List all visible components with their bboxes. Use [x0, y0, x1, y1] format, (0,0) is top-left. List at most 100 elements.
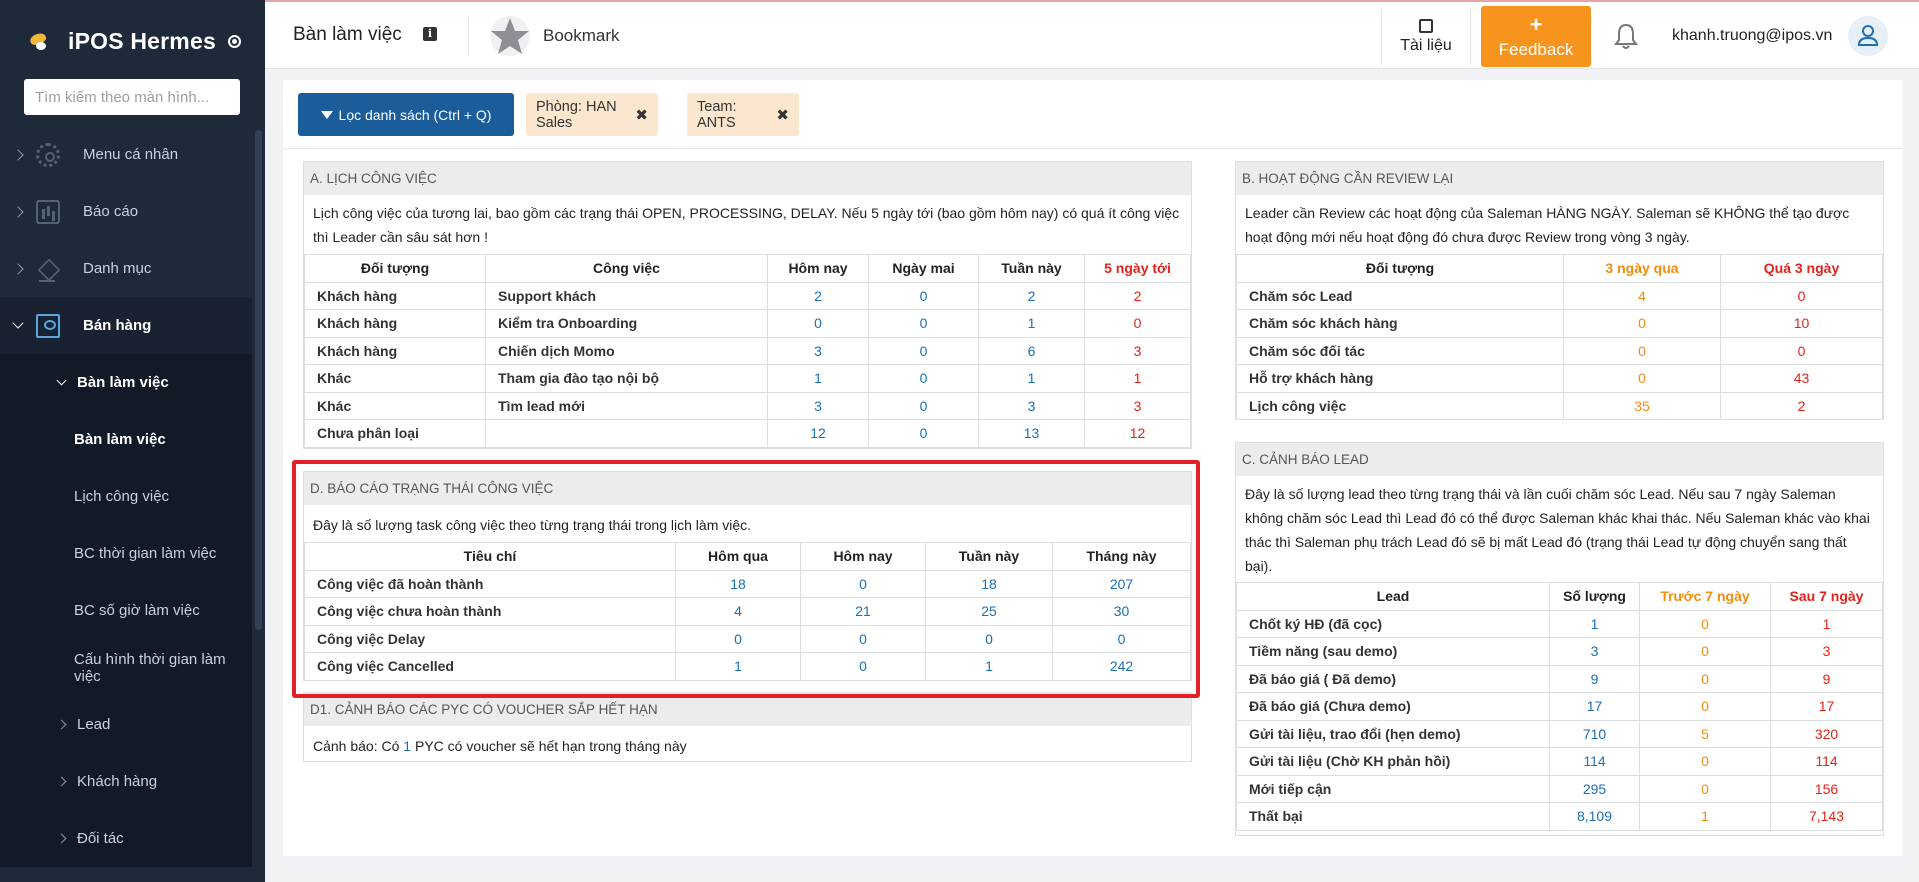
value-cell[interactable]: 0: [1639, 637, 1771, 666]
sidebar-subitem-bc-thoi-gian[interactable]: BC thời gian làm việc: [0, 525, 252, 582]
value-cell[interactable]: 12: [767, 419, 869, 448]
value-cell[interactable]: 17: [1770, 692, 1883, 721]
sidebar-subitem-doi-tac[interactable]: Đối tác: [0, 810, 252, 867]
value-cell[interactable]: 12: [1084, 419, 1191, 448]
value-cell[interactable]: 320: [1770, 719, 1883, 748]
value-cell[interactable]: 0: [767, 309, 869, 338]
value-cell[interactable]: 0: [1084, 309, 1191, 338]
sidebar-scrollbar[interactable]: [255, 130, 262, 630]
value-cell[interactable]: 17: [1549, 692, 1640, 721]
value-cell[interactable]: 4: [675, 597, 801, 626]
value-cell[interactable]: 9: [1549, 664, 1640, 693]
value-cell[interactable]: 3: [1770, 637, 1883, 666]
bookmark-link[interactable]: Bookmark: [543, 26, 620, 46]
value-cell[interactable]: 2: [978, 281, 1085, 310]
value-cell[interactable]: 0: [1052, 624, 1191, 653]
value-cell[interactable]: 114: [1770, 747, 1883, 776]
value-cell[interactable]: 2: [767, 281, 869, 310]
value-cell[interactable]: 0: [800, 652, 926, 681]
value-cell[interactable]: 3: [767, 336, 869, 365]
close-icon[interactable]: ✖: [635, 106, 648, 124]
value-cell[interactable]: 0: [800, 624, 926, 653]
sidebar-item-bao-cao[interactable]: Báo cáo: [0, 183, 252, 240]
value-cell[interactable]: 1: [1549, 609, 1640, 638]
sidebar-subitem-lead[interactable]: Lead: [0, 696, 252, 753]
value-cell[interactable]: 10: [1720, 309, 1883, 338]
value-cell[interactable]: 1: [675, 652, 801, 681]
value-cell[interactable]: 2: [1084, 281, 1191, 310]
voucher-count-link[interactable]: 1: [403, 738, 411, 754]
value-cell[interactable]: 1: [767, 364, 869, 393]
sidebar-item-danh-muc[interactable]: Danh mục: [0, 240, 252, 297]
value-cell[interactable]: 0: [868, 391, 979, 420]
close-icon[interactable]: ✖: [776, 106, 789, 124]
value-cell[interactable]: 0: [1639, 609, 1771, 638]
value-cell[interactable]: 6: [978, 336, 1085, 365]
value-cell[interactable]: 43: [1720, 364, 1883, 393]
value-cell[interactable]: 1: [1770, 609, 1883, 638]
star-icon[interactable]: [489, 15, 531, 57]
value-cell[interactable]: 8,109: [1549, 802, 1640, 831]
value-cell[interactable]: 1: [978, 309, 1085, 338]
value-cell[interactable]: 0: [868, 419, 979, 448]
value-cell[interactable]: 1: [1084, 364, 1191, 393]
value-cell[interactable]: 114: [1549, 747, 1640, 776]
value-cell[interactable]: 0: [925, 624, 1053, 653]
value-cell[interactable]: 1: [978, 364, 1085, 393]
sidebar-item-ban-hang[interactable]: Bán hàng: [0, 297, 252, 354]
value-cell[interactable]: 3: [1084, 391, 1191, 420]
value-cell[interactable]: 3: [978, 391, 1085, 420]
value-cell[interactable]: 21: [800, 597, 926, 626]
sidebar-search-input[interactable]: [24, 79, 240, 115]
sidebar-subitem-khach-hang[interactable]: Khách hàng: [0, 753, 252, 810]
value-cell[interactable]: 9: [1770, 664, 1883, 693]
value-cell[interactable]: 13: [978, 419, 1085, 448]
value-cell[interactable]: 5: [1639, 719, 1771, 748]
value-cell[interactable]: 7,143: [1770, 802, 1883, 831]
feedback-button[interactable]: + Feedback: [1481, 6, 1591, 67]
radio-dot-icon[interactable]: [227, 34, 241, 48]
sidebar-subitem-cau-hinh[interactable]: Cấu hình thời gian làm việc: [0, 639, 252, 696]
sidebar-item-menu-ca-nhan[interactable]: Menu cá nhân: [0, 126, 252, 183]
brand[interactable]: iPOS Hermes: [0, 0, 265, 82]
value-cell[interactable]: 3: [767, 391, 869, 420]
value-cell[interactable]: 156: [1770, 774, 1883, 803]
value-cell[interactable]: 0: [1639, 747, 1771, 776]
value-cell[interactable]: 0: [868, 309, 979, 338]
value-cell[interactable]: 242: [1052, 652, 1191, 681]
value-cell[interactable]: 0: [1720, 281, 1883, 310]
filter-list-button[interactable]: Lọc danh sách (Ctrl + Q): [298, 93, 514, 136]
bell-icon[interactable]: [1613, 22, 1639, 50]
value-cell[interactable]: 1: [925, 652, 1053, 681]
value-cell[interactable]: 0: [1639, 664, 1771, 693]
value-cell[interactable]: 25: [925, 597, 1053, 626]
value-cell[interactable]: 3: [1084, 336, 1191, 365]
value-cell[interactable]: 4: [1563, 281, 1721, 310]
value-cell[interactable]: 0: [1639, 692, 1771, 721]
value-cell[interactable]: 0: [868, 336, 979, 365]
value-cell[interactable]: 30: [1052, 597, 1191, 626]
value-cell[interactable]: 710: [1549, 719, 1640, 748]
value-cell[interactable]: 0: [1563, 336, 1721, 365]
docs-button[interactable]: Tài liệu: [1381, 7, 1471, 65]
value-cell[interactable]: 0: [800, 569, 926, 598]
value-cell[interactable]: 0: [868, 281, 979, 310]
value-cell[interactable]: 207: [1052, 569, 1191, 598]
value-cell[interactable]: 18: [675, 569, 801, 598]
value-cell[interactable]: 35: [1563, 391, 1721, 420]
value-cell[interactable]: 3: [1549, 637, 1640, 666]
value-cell[interactable]: 0: [1720, 336, 1883, 365]
sidebar-group-ban-lam-viec[interactable]: Bàn làm việc: [0, 354, 252, 411]
value-cell[interactable]: 0: [1563, 309, 1721, 338]
value-cell[interactable]: 0: [1639, 774, 1771, 803]
sidebar-subitem-ban-lam-viec[interactable]: Bàn làm việc: [0, 411, 252, 468]
user-avatar-icon[interactable]: [1848, 16, 1888, 56]
filter-chip-team[interactable]: Team: ANTS ✖: [687, 93, 799, 136]
user-email[interactable]: khanh.truong@ipos.vn: [1672, 27, 1832, 45]
filter-chip-phong[interactable]: Phòng: HAN Sales ✖: [526, 93, 658, 136]
value-cell[interactable]: 0: [868, 364, 979, 393]
value-cell[interactable]: 295: [1549, 774, 1640, 803]
value-cell[interactable]: 2: [1720, 391, 1883, 420]
sidebar-subitem-lich-cong-viec[interactable]: Lịch công việc: [0, 468, 252, 525]
info-icon[interactable]: i: [423, 27, 437, 41]
